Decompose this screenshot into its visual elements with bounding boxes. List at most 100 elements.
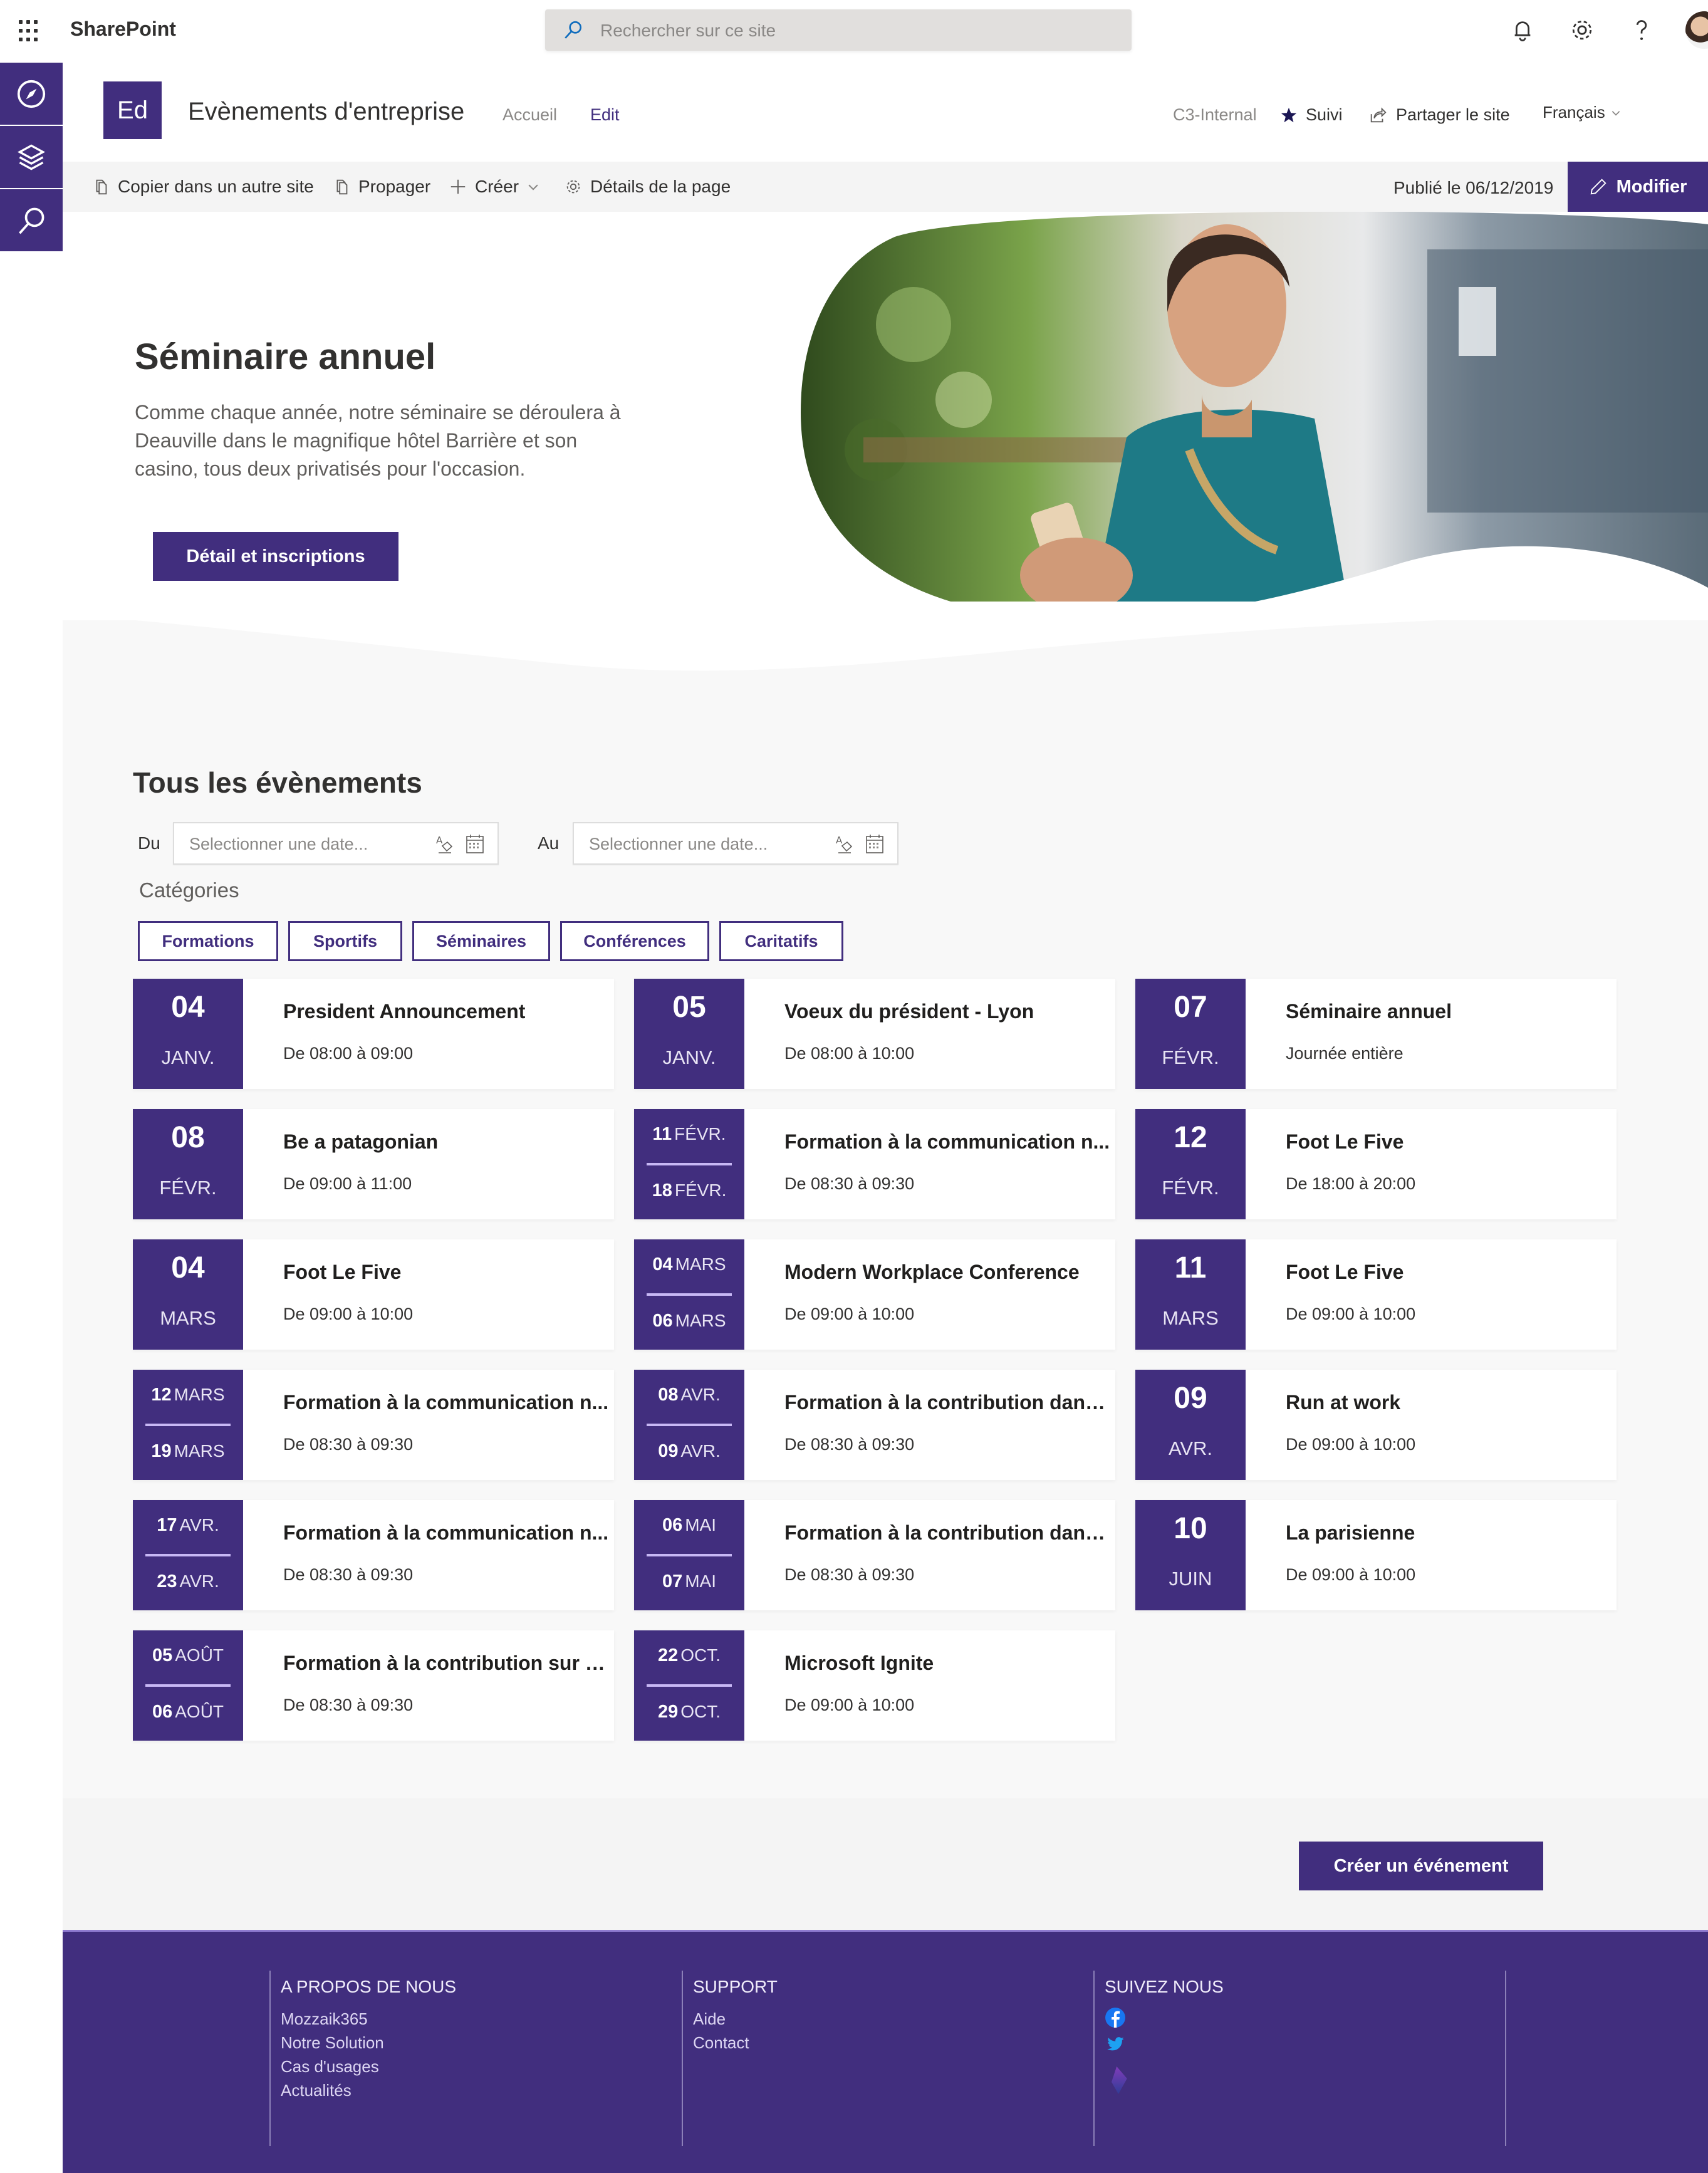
mozzaik-icon[interactable] bbox=[1105, 2065, 1132, 2096]
copy-to-site-button[interactable]: Copier dans un autre site bbox=[91, 177, 314, 197]
app-name[interactable]: SharePoint bbox=[70, 18, 176, 41]
event-card[interactable]: 08 AVR. 09 AVR. Formation à la contribution … bbox=[634, 1370, 1115, 1480]
event-time: De 09:00 à 10:00 bbox=[784, 1696, 915, 1714]
twitter-icon[interactable] bbox=[1105, 2033, 1126, 2055]
bell-icon[interactable] bbox=[1509, 16, 1536, 44]
category-chip-caritatifs[interactable]: Caritatifs bbox=[719, 921, 843, 961]
event-title[interactable]: Foot Le Five bbox=[1286, 1261, 1612, 1284]
categories-label: Catégories bbox=[139, 878, 239, 902]
avatar[interactable] bbox=[1685, 11, 1708, 49]
calendar-icon[interactable] bbox=[465, 833, 485, 855]
event-title[interactable]: President Announcement bbox=[283, 1000, 609, 1023]
category-chip-sportifs[interactable]: Sportifs bbox=[288, 921, 402, 961]
event-date-box: 08 AVR. 09 AVR. bbox=[634, 1370, 744, 1480]
event-card[interactable]: 22 OCT. 29 OCT. Microsoft Ignite De 09:00 à 1… bbox=[634, 1630, 1115, 1741]
event-month: JANV. bbox=[662, 1046, 716, 1068]
event-card[interactable]: 06 MAI 07 MAI Formation à la contribution da… bbox=[634, 1500, 1115, 1610]
event-title[interactable]: Microsoft Ignite bbox=[784, 1652, 1110, 1675]
propagate-button[interactable]: Propager bbox=[332, 177, 430, 197]
event-start-date: 12 MARS bbox=[133, 1385, 243, 1405]
event-day: 08 bbox=[171, 1121, 205, 1154]
event-card[interactable]: 10 JUIN La parisienne De 09:00 à 10:00 bbox=[1135, 1500, 1617, 1610]
event-title[interactable]: Run at work bbox=[1286, 1391, 1612, 1414]
event-end-date: 23 AVR. bbox=[133, 1571, 243, 1592]
event-date-box: 05 JANV. bbox=[634, 979, 744, 1089]
facebook-icon[interactable] bbox=[1105, 2007, 1126, 2028]
category-chip-formations[interactable]: Formations bbox=[138, 921, 278, 961]
event-title[interactable]: Formation à la contribution sur n... bbox=[283, 1652, 609, 1675]
footer-link-actualites[interactable]: Actualités bbox=[281, 2081, 351, 2100]
footer-link-aide[interactable]: Aide bbox=[693, 2009, 726, 2029]
event-title[interactable]: Foot Le Five bbox=[283, 1261, 609, 1284]
event-card[interactable]: 09 AVR. Run at work De 09:00 à 10:00 bbox=[1135, 1370, 1617, 1480]
category-chip-conferences[interactable]: Conférences bbox=[560, 921, 709, 961]
event-day: 04 bbox=[171, 1251, 205, 1285]
modify-button[interactable]: Modifier bbox=[1568, 162, 1708, 212]
event-card[interactable]: 08 FÉVR. Be a patagonian De 09:00 à 11:00 bbox=[133, 1109, 614, 1219]
event-title[interactable]: Foot Le Five bbox=[1286, 1130, 1612, 1154]
category-chip-seminaires[interactable]: Séminaires bbox=[412, 921, 550, 961]
share-site-button[interactable]: Partager le site bbox=[1368, 105, 1510, 125]
event-start-day: 08 bbox=[658, 1385, 679, 1405]
page-details-button[interactable]: Détails de la page bbox=[564, 177, 731, 197]
event-title[interactable]: Voeux du président - Lyon bbox=[784, 1000, 1110, 1023]
event-title[interactable]: La parisienne bbox=[1286, 1521, 1612, 1545]
gear-icon[interactable] bbox=[1568, 16, 1596, 44]
event-start-date: 17 AVR. bbox=[133, 1515, 243, 1536]
from-date-placeholder: Selectionner une date... bbox=[189, 835, 368, 853]
event-title[interactable]: Séminaire annuel bbox=[1286, 1000, 1612, 1023]
event-end-date: 18 FÉVR. bbox=[634, 1180, 744, 1201]
clear-date-icon[interactable]: A bbox=[835, 833, 855, 855]
event-card[interactable]: 11 MARS Foot Le Five De 09:00 à 10:00 bbox=[1135, 1239, 1617, 1350]
date-range-separator bbox=[647, 1684, 732, 1687]
event-card[interactable]: 05 AOÛT 06 AOÛT Formation à la contribution … bbox=[133, 1630, 614, 1741]
nav-link-edit[interactable]: Edit bbox=[590, 105, 620, 125]
event-title[interactable]: Formation à la contribution dans... bbox=[784, 1521, 1110, 1545]
event-title[interactable]: Be a patagonian bbox=[283, 1130, 609, 1154]
event-title[interactable]: Formation à la contribution dans... bbox=[784, 1391, 1110, 1414]
to-date-input[interactable]: Selectionner une date... A bbox=[573, 822, 898, 865]
details-registration-button[interactable]: Détail et inscriptions bbox=[153, 532, 398, 581]
footer-link-contact[interactable]: Contact bbox=[693, 2033, 749, 2053]
event-title[interactable]: Formation à la communication n... bbox=[283, 1521, 609, 1545]
compass-icon bbox=[17, 80, 46, 108]
date-range-separator bbox=[145, 1554, 231, 1556]
event-title[interactable]: Formation à la communication n... bbox=[784, 1130, 1110, 1154]
search-box[interactable]: Rechercher sur ce site bbox=[545, 9, 1132, 51]
footer-link-cas-usages[interactable]: Cas d'usages bbox=[281, 2057, 379, 2077]
calendar-icon[interactable] bbox=[865, 833, 885, 855]
clear-date-icon[interactable]: A bbox=[435, 833, 455, 855]
event-card[interactable]: 17 AVR. 23 AVR. Formation à la communication… bbox=[133, 1500, 614, 1610]
event-time: De 09:00 à 11:00 bbox=[283, 1174, 412, 1193]
site-title[interactable]: Evènements d'entreprise bbox=[188, 98, 464, 126]
event-title[interactable]: Formation à la communication n... bbox=[283, 1391, 609, 1414]
nav-link-accueil[interactable]: Accueil bbox=[503, 105, 557, 125]
from-date-input[interactable]: Selectionner une date... A bbox=[173, 822, 499, 865]
event-card[interactable]: 05 JANV. Voeux du président - Lyon De 08:00… bbox=[634, 979, 1115, 1089]
create-menu-button[interactable]: Créer bbox=[449, 177, 540, 197]
event-card[interactable]: 11 FÉVR. 18 FÉVR. Formation à la communicati… bbox=[634, 1109, 1115, 1219]
waffle-icon[interactable] bbox=[19, 20, 41, 43]
language-selector[interactable]: Français bbox=[1543, 103, 1622, 122]
help-icon[interactable] bbox=[1628, 16, 1655, 44]
event-start-date: 06 MAI bbox=[634, 1515, 744, 1536]
propagate-label: Propager bbox=[358, 177, 431, 196]
event-card[interactable]: 04 MARS Foot Le Five De 09:00 à 10:00 bbox=[133, 1239, 614, 1350]
event-card[interactable]: 12 FÉVR. Foot Le Five De 18:00 à 20:00 bbox=[1135, 1109, 1617, 1219]
rail-item-sites[interactable] bbox=[0, 126, 63, 188]
event-title[interactable]: Modern Workplace Conference bbox=[784, 1261, 1110, 1284]
event-card[interactable]: 04 MARS 06 MARS Modern Workplace Conference D… bbox=[634, 1239, 1115, 1350]
footer-link-mozzaik365[interactable]: Mozzaik365 bbox=[281, 2009, 368, 2029]
follow-button[interactable]: Suivi bbox=[1279, 105, 1343, 125]
create-event-button[interactable]: Créer un événement bbox=[1299, 1842, 1543, 1890]
rail-item-search[interactable] bbox=[0, 189, 63, 251]
event-card[interactable]: 12 MARS 19 MARS Formation à la communication… bbox=[133, 1370, 614, 1480]
copy-icon bbox=[336, 179, 348, 195]
rail-item-explore[interactable] bbox=[0, 63, 63, 125]
site-logo[interactable]: Ed bbox=[103, 81, 162, 139]
event-date-box: 12 MARS 19 MARS bbox=[133, 1370, 243, 1480]
footer-link-notre-solution[interactable]: Notre Solution bbox=[281, 2033, 384, 2053]
event-card[interactable]: 07 FÉVR. Séminaire annuel Journée entière bbox=[1135, 979, 1617, 1089]
event-card[interactable]: 04 JANV. President Announcement De 08:00 à … bbox=[133, 979, 614, 1089]
event-end-day: 06 bbox=[652, 1311, 673, 1331]
